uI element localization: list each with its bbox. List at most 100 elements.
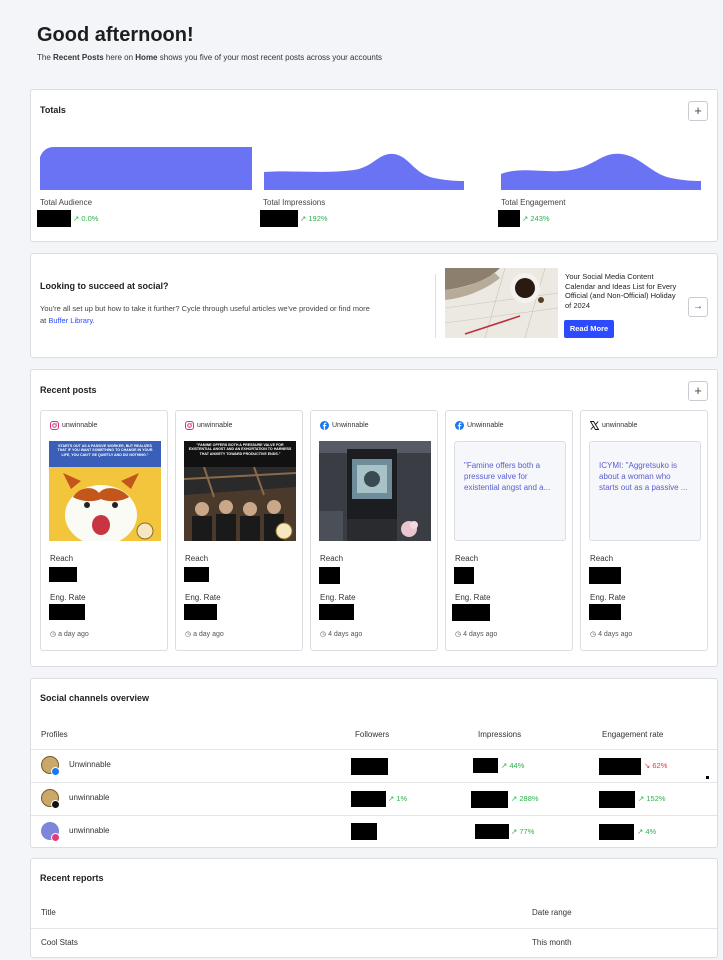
instagram-icon [51, 833, 60, 842]
post-image: STARTS OUT AS A PASSIVE WORKER, BUT REAL… [49, 441, 161, 541]
promo-title: Looking to succeed at social? [40, 281, 169, 291]
article-title[interactable]: Your Social Media Content Calendar and I… [565, 272, 677, 310]
col-impressions: Impressions [478, 730, 522, 739]
instagram-icon [50, 421, 59, 430]
totals-title: Totals [40, 105, 66, 115]
audience-sparkline [40, 147, 252, 190]
profile-name: Unwinnable [69, 760, 111, 769]
post-image: "FAMINE OFFERS BOTH A PRESSURE VALVE FOR… [184, 441, 296, 541]
reach-value-redacted [49, 567, 77, 582]
reach-value-redacted [589, 567, 621, 584]
post-time: ◷ a day ago [50, 631, 89, 638]
recent-posts-add-button[interactable]: + [688, 381, 708, 401]
coffee-calendar-image [445, 268, 558, 338]
reach-label: Reach [455, 554, 479, 563]
reach-value-redacted [319, 567, 340, 584]
reports-title: Recent reports [40, 873, 104, 883]
post-time: ◷ 4 days ago [455, 631, 498, 638]
audience-label: Total Audience [40, 198, 93, 207]
post-time: ◷ a day ago [185, 631, 224, 638]
impressions-label: Total Impressions [263, 198, 326, 207]
arrow-right-icon: → [693, 301, 703, 312]
post-text-preview: "Famine offers both a pressure valve for… [454, 441, 566, 541]
reports-card: Recent reports Title Date range Cool Sta… [30, 858, 718, 958]
post-card[interactable]: Unwinnable "Famine offers both a pressur… [445, 410, 573, 651]
scroll-marker [706, 776, 709, 779]
row-divider [31, 749, 717, 750]
reach-label: Reach [50, 554, 74, 563]
profile-name: unwinnable [69, 793, 110, 802]
engagement-sparkline [501, 153, 701, 190]
followers-redacted [351, 791, 386, 807]
row-divider [31, 928, 717, 929]
next-article-button[interactable]: → [688, 297, 708, 317]
impressions-value-redacted [260, 210, 298, 227]
reach-value-redacted [184, 567, 209, 582]
post-card[interactable]: unwinnable STARTS OUT AS A PASSIVE WORKE… [40, 410, 168, 651]
profile-name: unwinnable [69, 826, 110, 835]
totals-card: Totals + Total Audience ↗ 0.0% Total Imp… [30, 89, 718, 242]
col-followers: Followers [355, 730, 390, 739]
post-image-caption: STARTS OUT AS A PASSIVE WORKER, BUT REAL… [57, 444, 153, 457]
post-card[interactable]: unwinnable "FAMINE OFFERS BOTH A PRESSUR… [175, 410, 303, 651]
col-date-range: Date range [532, 908, 572, 917]
engagement-change: ↗ 243% [522, 214, 550, 223]
article-thumbnail[interactable] [445, 268, 558, 338]
impressions-redacted [475, 824, 509, 839]
read-more-button[interactable]: Read More [564, 320, 614, 338]
engagement-change: ↗ 152% [638, 794, 666, 803]
col-title: Title [41, 908, 56, 917]
reach-value-redacted [454, 567, 474, 584]
x-icon [51, 800, 60, 809]
promo-card: Looking to succeed at social? You're all… [30, 253, 718, 358]
post-header: unwinnable [590, 421, 637, 430]
eng-rate-label: Eng. Rate [590, 593, 626, 602]
engagement-change: ↘ 62% [644, 761, 668, 770]
promo-body: You're all set up but how to take it fur… [40, 304, 370, 325]
reach-label: Reach [590, 554, 614, 563]
impressions-change: ↗ 44% [501, 761, 525, 770]
facebook-icon [51, 767, 60, 776]
post-time: ◷ 4 days ago [320, 631, 363, 638]
recent-posts-title: Recent posts [40, 385, 97, 395]
row-divider [31, 782, 717, 783]
facebook-icon [320, 421, 329, 430]
eng-rate-label: Eng. Rate [320, 593, 356, 602]
post-card[interactable]: Unwinnable Reach Eng. Rate ◷ 4 days ago [310, 410, 438, 651]
post-account: Unwinnable [467, 422, 504, 429]
band-photo [184, 467, 296, 541]
totals-add-button[interactable]: + [688, 101, 708, 121]
page-subtitle: The Recent Posts here on Home shows you … [37, 53, 383, 62]
impressions-redacted [473, 758, 498, 773]
post-card[interactable]: unwinnable ICYMI: "Aggretsuko is about a… [580, 410, 708, 651]
arcade-cabinet-photo [319, 441, 431, 541]
dashboard-page: Good afternoon! The Recent Posts here on… [0, 0, 723, 960]
reach-label: Reach [185, 554, 209, 563]
retsuko-illustration [49, 467, 161, 541]
col-engagement-rate: Engagement rate [602, 730, 664, 739]
row-divider [31, 815, 717, 816]
eng-rate-label: Eng. Rate [50, 593, 86, 602]
followers-change: ↗ 1% [388, 794, 408, 803]
channels-card: Social channels overview Profiles Follow… [30, 678, 718, 848]
recent-posts-card: Recent posts + unwinnable STARTS OUT AS … [30, 369, 718, 667]
engagement-redacted [599, 758, 641, 775]
post-header: unwinnable [185, 421, 232, 430]
eng-rate-label: Eng. Rate [185, 593, 221, 602]
post-account: unwinnable [62, 422, 98, 429]
impressions-change: ↗ 288% [511, 794, 539, 803]
engagement-redacted [599, 824, 634, 840]
post-header: Unwinnable [455, 421, 504, 430]
report-title: Cool Stats [41, 938, 78, 947]
facebook-icon [455, 421, 464, 430]
col-profiles: Profiles [41, 730, 68, 739]
eng-rate-label: Eng. Rate [455, 593, 491, 602]
post-image-caption: "FAMINE OFFERS BOTH A PRESSURE VALVE FOR… [188, 443, 292, 456]
promo-divider [435, 274, 436, 338]
buffer-library-link[interactable]: Buffer Library [48, 316, 92, 325]
eng-rate-value-redacted [452, 604, 490, 621]
followers-redacted [351, 758, 388, 775]
reach-label: Reach [320, 554, 344, 563]
post-header: unwinnable [50, 421, 97, 430]
x-icon [590, 421, 599, 430]
